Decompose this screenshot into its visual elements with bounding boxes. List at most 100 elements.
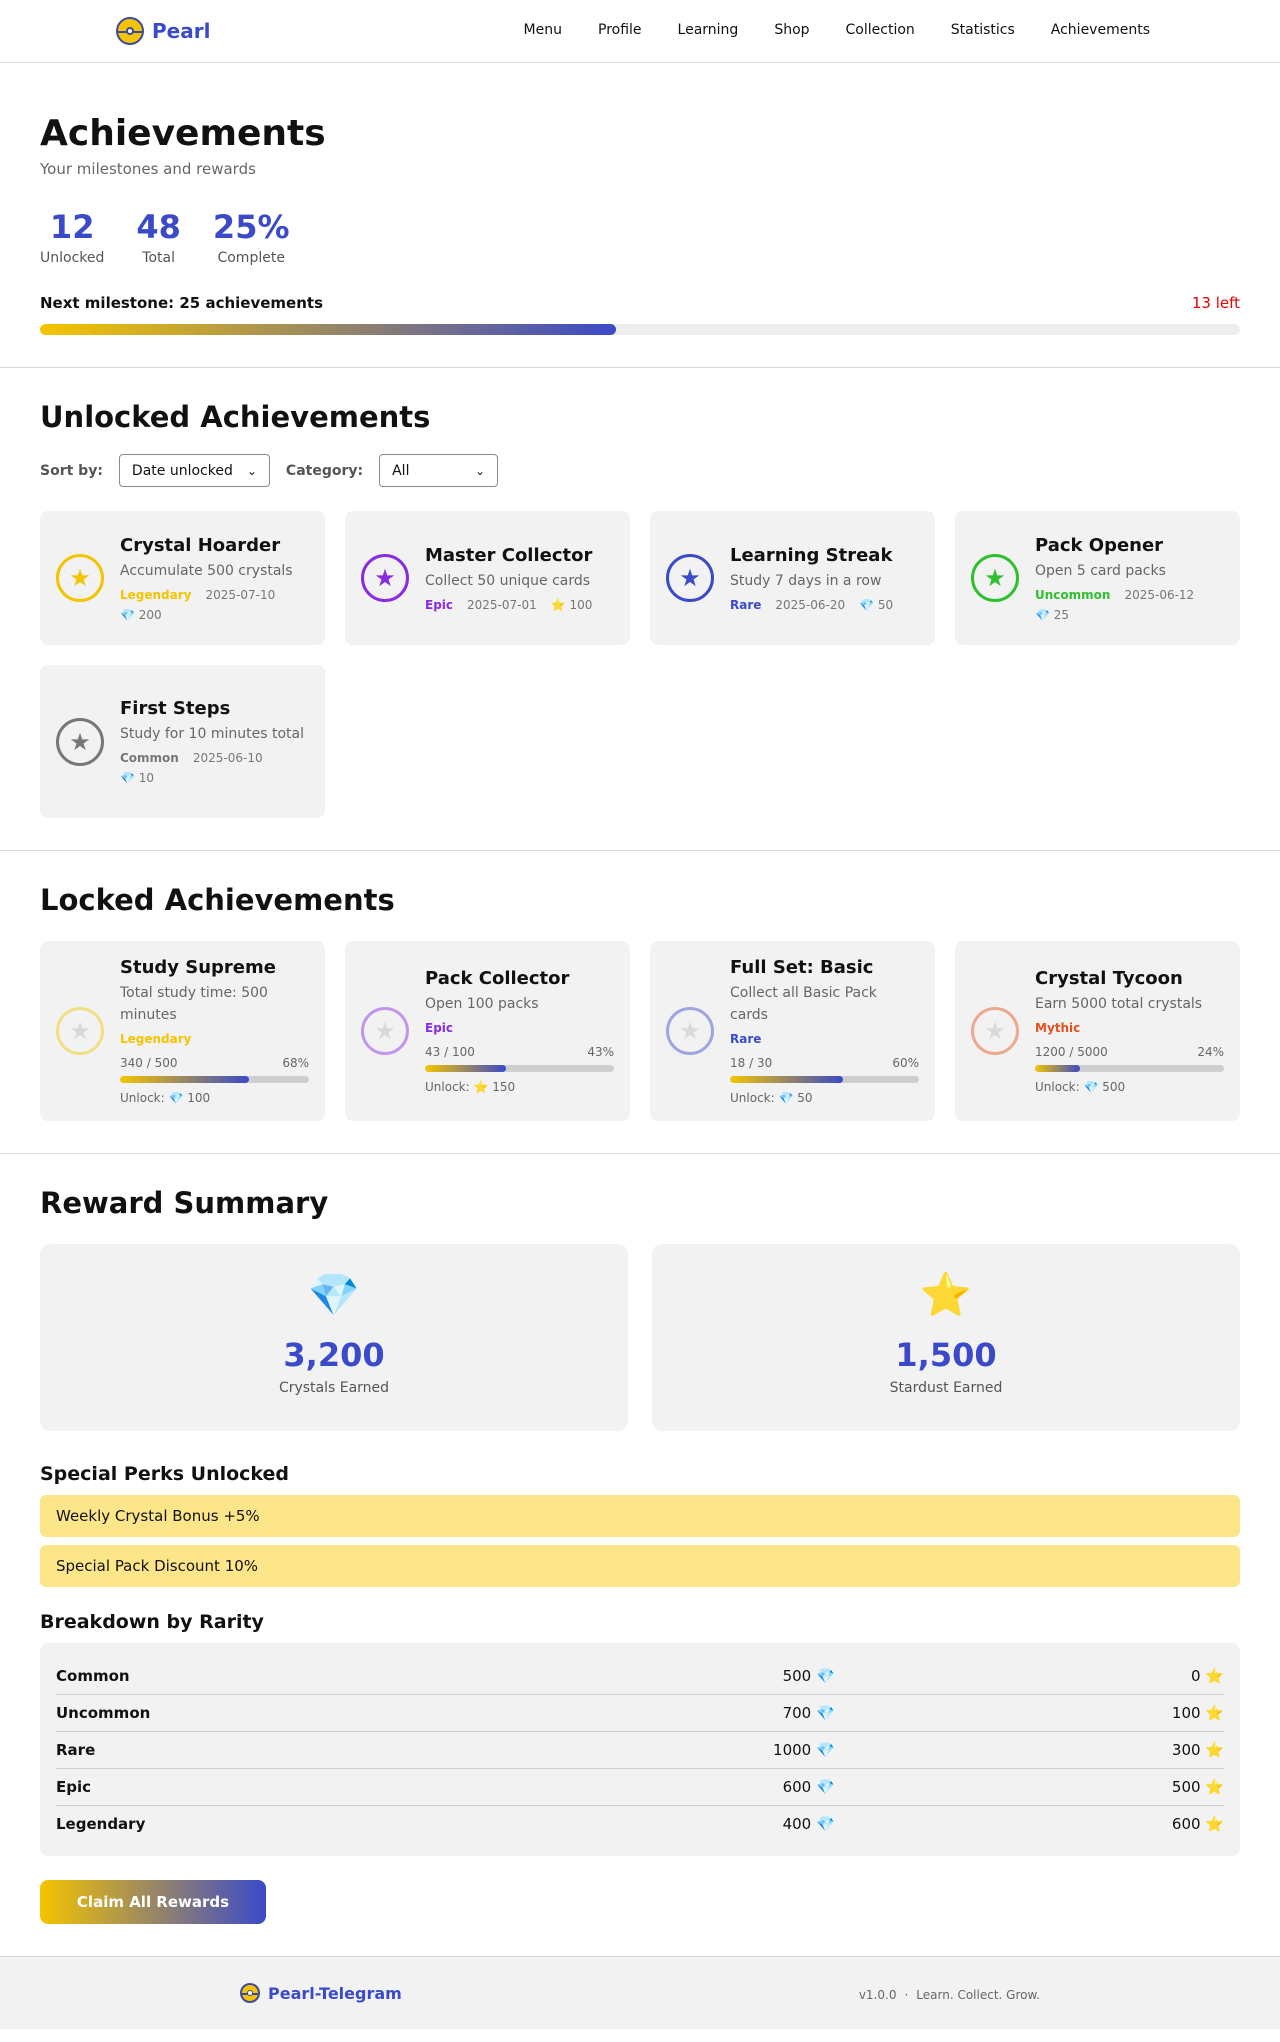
locked-achievement-card[interactable]: ★ Crystal Tycoon Earn 5000 total crystal… bbox=[955, 941, 1240, 1121]
footer: Pearl-Telegram v1.0.0 · Learn. Collect. … bbox=[0, 1956, 1280, 2029]
milestone-progress-fill bbox=[40, 324, 616, 335]
sort-select[interactable]: Date unlocked ⌄ bbox=[118, 454, 270, 487]
category-label: Category: bbox=[285, 462, 364, 479]
stat-total: 48 Total bbox=[136, 208, 181, 266]
achievement-card[interactable]: ★ First Steps Study for 10 minutes total… bbox=[40, 665, 325, 818]
table-row: Epic 600 💎 500 ⭐ bbox=[56, 1768, 1224, 1805]
progress-text: 1200 / 5000 bbox=[1035, 1045, 1108, 1059]
top-nav: Pearl Menu Profile Learning Shop Collect… bbox=[0, 0, 1280, 63]
progress-text: 340 / 500 bbox=[120, 1056, 178, 1070]
stat-label: Unlocked bbox=[40, 250, 105, 266]
rarity-label: Legendary bbox=[120, 1032, 192, 1046]
category-select[interactable]: All ⌄ bbox=[379, 454, 499, 487]
chevron-down-icon: ⌄ bbox=[475, 463, 486, 478]
card-description: Collect all Basic Pack cards bbox=[730, 985, 877, 1023]
card-body: Study Supreme Total study time: 500 minu… bbox=[120, 957, 309, 1105]
crystals-amount: 1000 💎 bbox=[773, 1741, 835, 1759]
card-meta: Uncommon 2025-06-12 💎 25 bbox=[1035, 588, 1224, 622]
achievement-card[interactable]: ★ Pack Opener Open 5 card packs Uncommon… bbox=[955, 511, 1240, 645]
rarity-label: Uncommon bbox=[1035, 587, 1111, 602]
progress-bar bbox=[120, 1076, 309, 1083]
card-body: Pack Opener Open 5 card packs Uncommon 2… bbox=[1035, 535, 1224, 622]
locked-achievement-card[interactable]: ★ Pack Collector Open 100 packs Epic 43 … bbox=[345, 941, 630, 1121]
table-row: Legendary 400 💎 600 ⭐ bbox=[56, 1805, 1224, 1842]
crystals-amount: 600 💎 bbox=[782, 1778, 835, 1796]
milestone-row: Next milestone: 25 achievements 13 left bbox=[40, 294, 1240, 312]
nav-link-collection[interactable]: Collection bbox=[846, 22, 915, 38]
locked-achievement-card[interactable]: ★ Full Set: Basic Collect all Basic Pack… bbox=[650, 941, 935, 1121]
star-icon: ⭐ bbox=[919, 1270, 973, 1319]
card-meta: Epic bbox=[425, 1021, 614, 1035]
rarity-name: Uncommon bbox=[56, 1704, 151, 1722]
progress-row: 43 / 100 43% bbox=[425, 1045, 614, 1059]
perk-item: Weekly Crystal Bonus +5% bbox=[40, 1495, 1240, 1537]
nav-link-shop[interactable]: Shop bbox=[774, 22, 809, 38]
star-badge-icon: ★ bbox=[361, 554, 409, 602]
nav-link-learning[interactable]: Learning bbox=[678, 22, 739, 38]
progress-fill bbox=[730, 1076, 844, 1083]
card-meta: Mythic bbox=[1035, 1021, 1224, 1035]
crystals-amount: 500 💎 bbox=[782, 1666, 835, 1685]
achievement-card[interactable]: ★ Learning Streak Study 7 days in a row … bbox=[650, 511, 935, 645]
star-badge-icon: ★ bbox=[666, 1007, 714, 1055]
nav-links: Menu Profile Learning Shop Collection St… bbox=[524, 22, 1150, 38]
nav-link-menu[interactable]: Menu bbox=[524, 22, 562, 38]
stat-label: Complete bbox=[217, 250, 285, 266]
achievement-card[interactable]: ★ Master Collector Collect 50 unique car… bbox=[345, 511, 630, 645]
card-body: Full Set: Basic Collect all Basic Pack c… bbox=[730, 957, 919, 1105]
card-body: Crystal Hoarder Accumulate 500 crystals … bbox=[120, 535, 309, 622]
progress-percent: 60% bbox=[892, 1056, 919, 1070]
footer-brand[interactable]: Pearl-Telegram bbox=[240, 1983, 402, 2003]
rarity-name: Epic bbox=[56, 1778, 92, 1796]
tagline: Learn. Collect. Grow. bbox=[916, 1988, 1040, 2002]
brand[interactable]: Pearl bbox=[116, 17, 210, 45]
reward-summary-section: Reward Summary 💎 3,200 Crystals Earned ⭐… bbox=[0, 1154, 1280, 1956]
unlocked-grid: ★ Crystal Hoarder Accumulate 500 crystal… bbox=[40, 511, 1240, 818]
progress-row: 340 / 500 68% bbox=[120, 1056, 309, 1070]
locked-title: Locked Achievements bbox=[40, 883, 395, 917]
rarity-name: Legendary bbox=[56, 1815, 146, 1833]
stat-value: 25% bbox=[212, 208, 290, 246]
nav-link-achievements[interactable]: Achievements bbox=[1051, 22, 1150, 38]
rarity-label: Common bbox=[120, 751, 179, 765]
stat-value: 12 bbox=[49, 208, 95, 246]
card-meta: Legendary 2025-07-10 💎 200 bbox=[120, 588, 309, 622]
category-select-value: All bbox=[392, 462, 410, 479]
unlock-date: 2025-06-12 bbox=[1124, 587, 1195, 602]
nav-link-profile[interactable]: Profile bbox=[598, 22, 642, 38]
rarity-name: Rare bbox=[56, 1741, 96, 1759]
unlock-reward: Unlock: 💎 500 bbox=[1035, 1080, 1126, 1094]
rarity-label: Legendary bbox=[120, 587, 192, 602]
table-row: Rare 1000 💎 300 ⭐ bbox=[56, 1731, 1224, 1768]
unlock-reward: Unlock: 💎 50 bbox=[730, 1091, 813, 1105]
rarity-label: Epic bbox=[425, 1021, 454, 1035]
table-row: Common 500 💎 0 ⭐ bbox=[56, 1657, 1224, 1694]
locked-grid: ★ Study Supreme Total study time: 500 mi… bbox=[40, 941, 1240, 1121]
separator: · bbox=[904, 1988, 909, 2002]
sort-label: Sort by: bbox=[40, 462, 103, 479]
gem-icon: 💎 bbox=[307, 1270, 361, 1319]
unlocked-title: Unlocked Achievements bbox=[40, 400, 431, 434]
progress-percent: 24% bbox=[1197, 1045, 1224, 1059]
card-description: Earn 5000 total crystals bbox=[1035, 996, 1203, 1012]
progress-fill bbox=[425, 1065, 507, 1072]
locked-achievement-card[interactable]: ★ Study Supreme Total study time: 500 mi… bbox=[40, 941, 325, 1121]
footer-meta: v1.0.0 · Learn. Collect. Grow. bbox=[859, 1988, 1040, 2002]
star-badge-icon: ★ bbox=[56, 717, 104, 766]
nav-link-statistics[interactable]: Statistics bbox=[951, 22, 1015, 38]
star-badge-icon: ★ bbox=[666, 554, 714, 602]
stat-complete: 25% Complete bbox=[213, 208, 290, 266]
star-badge-icon: ★ bbox=[971, 554, 1019, 602]
card-body: Master Collector Collect 50 unique cards… bbox=[425, 545, 592, 612]
card-meta: Rare 2025-06-20 💎 50 bbox=[730, 598, 893, 612]
table-row: Uncommon 700 💎 100 ⭐ bbox=[56, 1694, 1224, 1731]
star-badge-icon: ★ bbox=[971, 1007, 1019, 1055]
achievement-card[interactable]: ★ Crystal Hoarder Accumulate 500 crystal… bbox=[40, 511, 325, 645]
progress-row: 18 / 30 60% bbox=[730, 1056, 919, 1070]
card-body: Crystal Tycoon Earn 5000 total crystals … bbox=[1035, 968, 1224, 1094]
progress-bar bbox=[1035, 1065, 1224, 1072]
stat-label: Total bbox=[142, 250, 175, 266]
claim-all-rewards-button[interactable]: Claim All Rewards bbox=[40, 1880, 266, 1924]
stardust-label: Stardust Earned bbox=[889, 1380, 1003, 1396]
star-badge-icon: ★ bbox=[56, 1007, 104, 1055]
